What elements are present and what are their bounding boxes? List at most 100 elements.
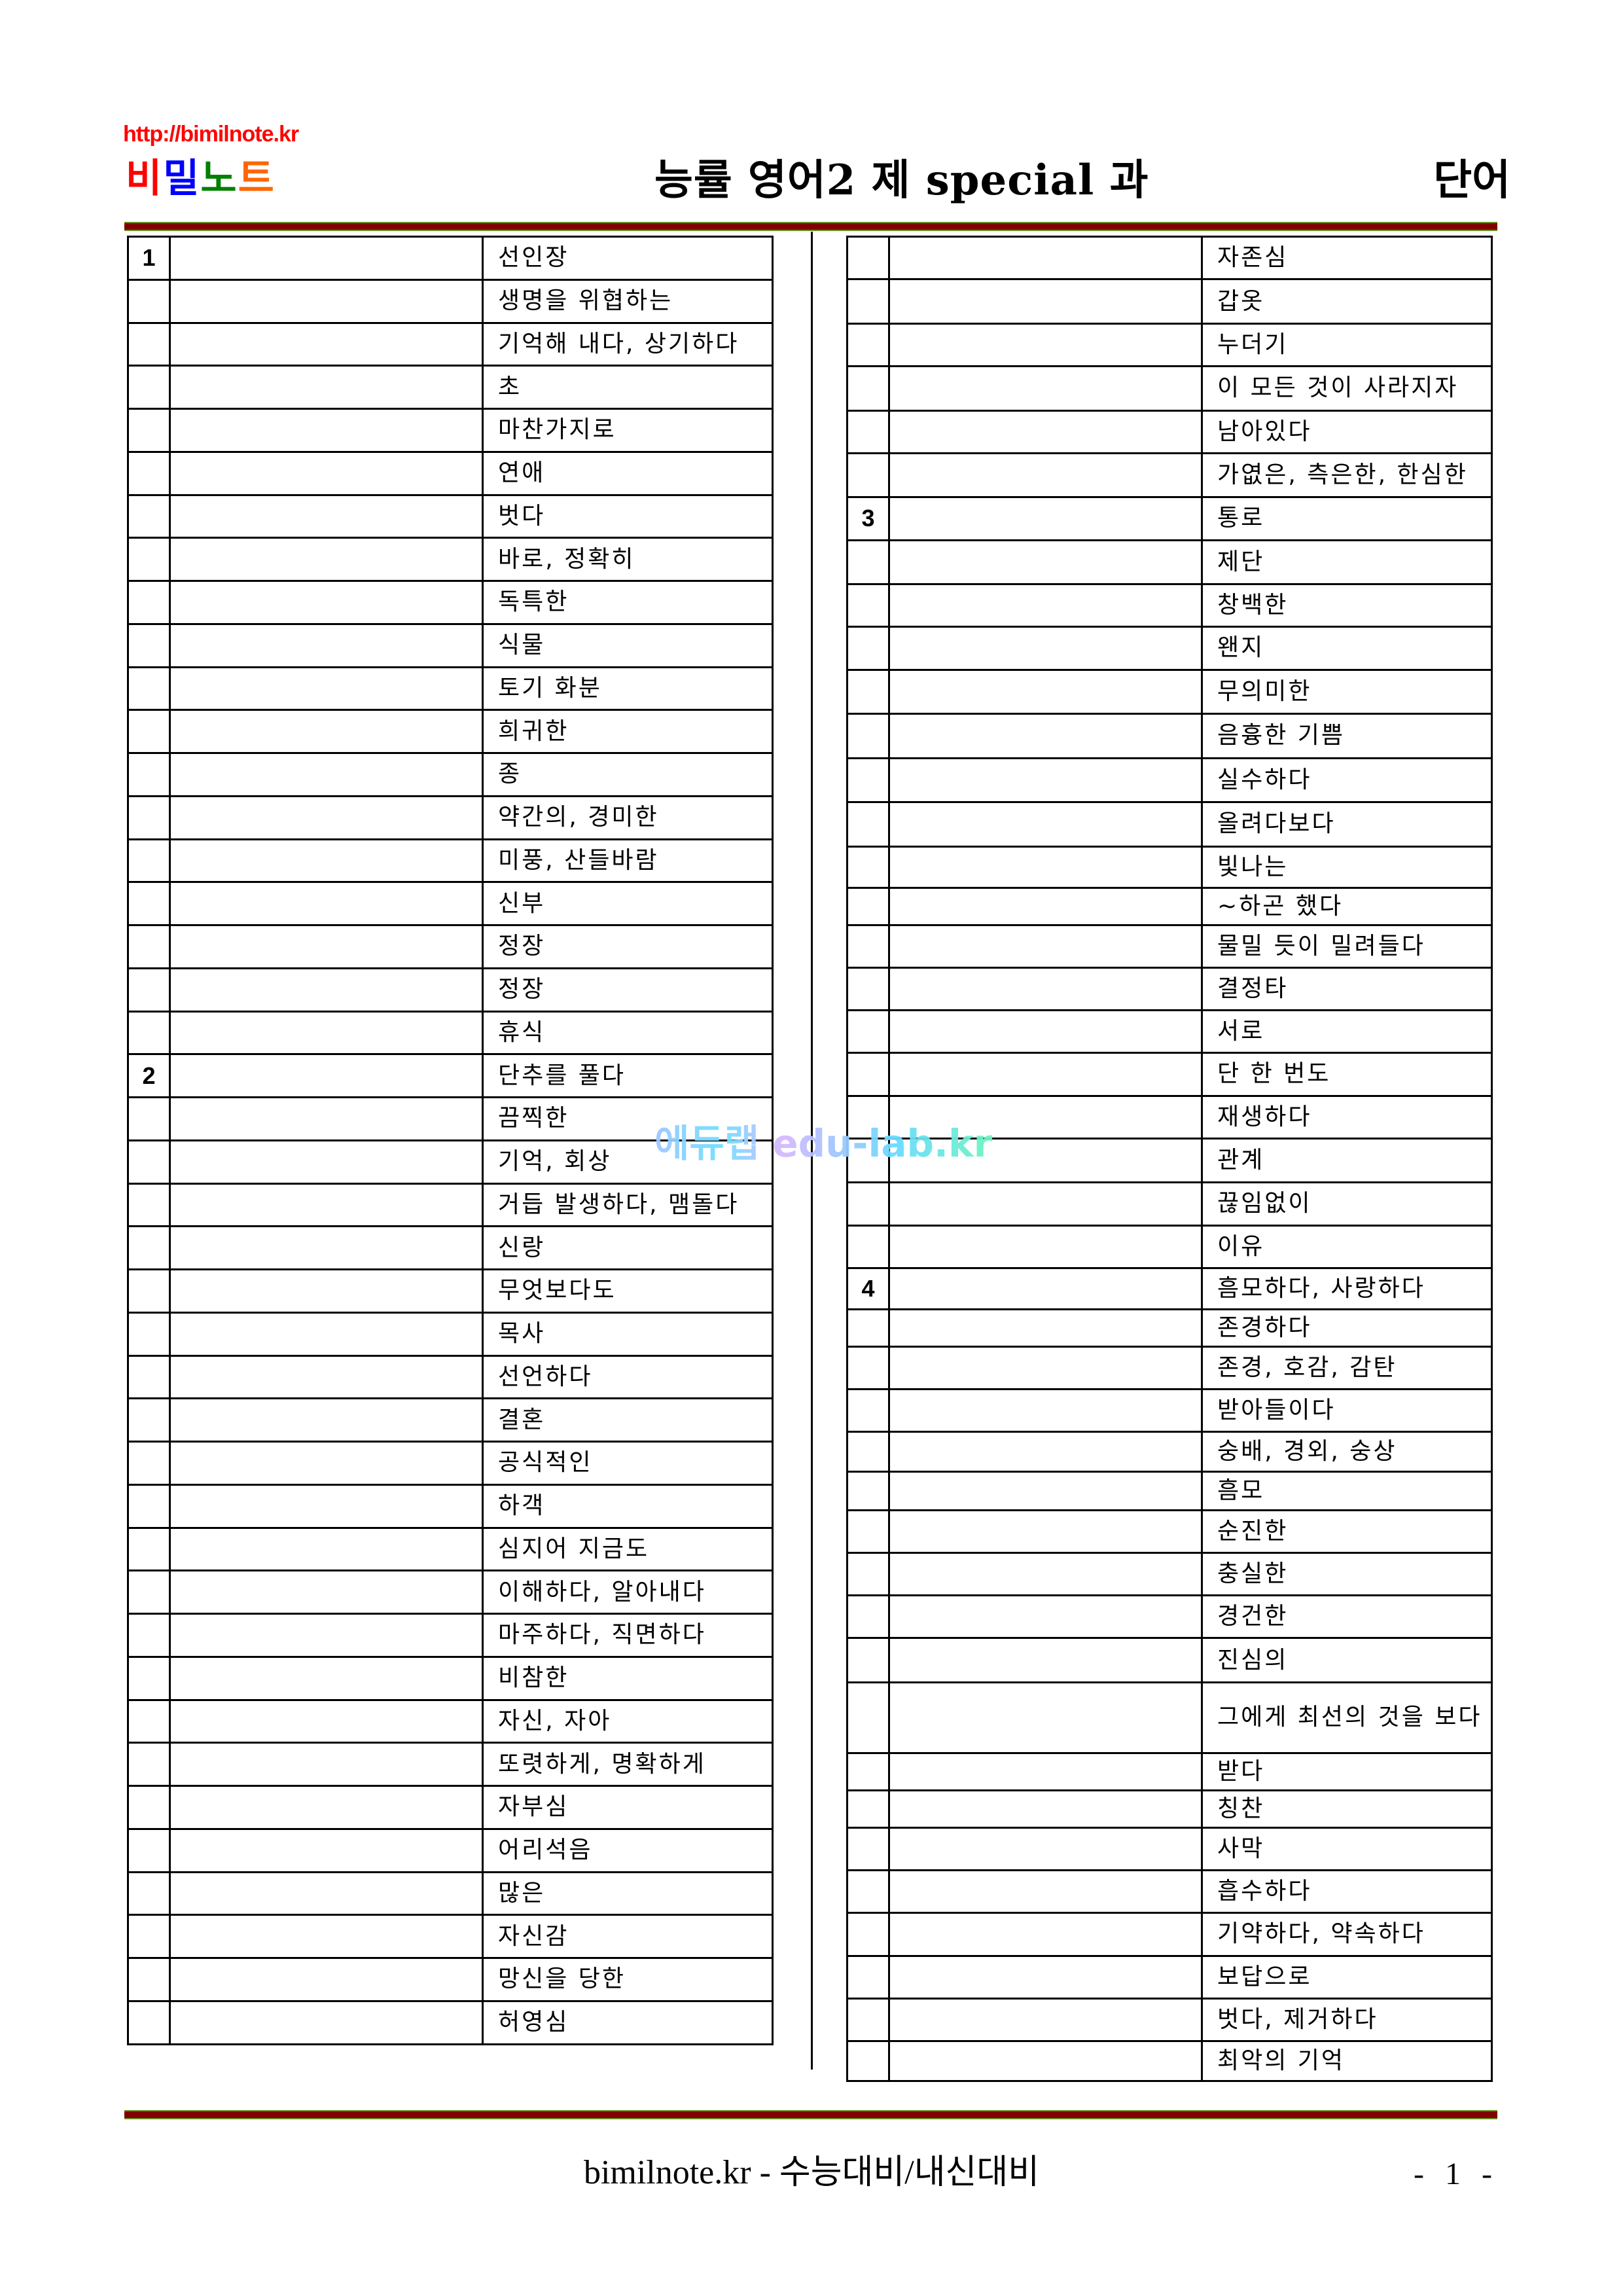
english-word-cell[interactable]	[169, 1441, 484, 1486]
english-word-cell[interactable]	[888, 1869, 1203, 1914]
english-word-cell[interactable]	[888, 1509, 1203, 1554]
english-word-cell[interactable]	[888, 1181, 1203, 1227]
english-word-cell[interactable]	[169, 622, 484, 668]
english-word-cell[interactable]	[888, 2040, 1203, 2082]
english-word-cell[interactable]	[169, 1010, 484, 1056]
english-word-cell[interactable]	[888, 409, 1203, 454]
english-word-cell[interactable]	[888, 1471, 1203, 1511]
section-number	[127, 580, 171, 625]
english-word-cell[interactable]	[169, 493, 484, 539]
english-word-cell[interactable]	[169, 1268, 484, 1314]
section-number	[846, 757, 890, 803]
english-word-cell[interactable]	[169, 1827, 484, 1873]
english-word-cell[interactable]	[888, 1789, 1203, 1829]
vocab-row: 가엾은, 측은한, 한심한	[846, 452, 1493, 499]
english-word-cell[interactable]	[169, 1397, 484, 1443]
english-word-cell[interactable]	[888, 757, 1203, 803]
english-word-cell[interactable]	[888, 713, 1203, 759]
english-word-cell[interactable]	[888, 1826, 1203, 1872]
english-word-cell[interactable]	[888, 886, 1203, 926]
english-word-cell[interactable]	[169, 1871, 484, 1916]
english-word-cell[interactable]	[888, 1052, 1203, 1097]
english-word-cell[interactable]	[169, 709, 484, 754]
english-word-cell[interactable]	[888, 1345, 1203, 1391]
english-word-cell[interactable]	[888, 1681, 1203, 1754]
english-word-cell[interactable]	[169, 1225, 484, 1270]
english-word-cell[interactable]	[888, 1431, 1203, 1473]
section-number	[846, 1912, 890, 1957]
english-word-cell[interactable]	[888, 539, 1203, 585]
english-word-cell[interactable]	[169, 881, 484, 926]
english-word-cell[interactable]	[169, 666, 484, 711]
page-title: 능률 영어2 제 special 과	[654, 156, 1149, 205]
english-word-cell[interactable]	[888, 235, 1203, 281]
english-word-cell[interactable]	[888, 1954, 1203, 2000]
english-word-cell[interactable]	[888, 1997, 1203, 2043]
english-word-cell[interactable]	[169, 1139, 484, 1185]
english-word-cell[interactable]	[169, 924, 484, 969]
english-word-cell[interactable]	[169, 1096, 484, 1141]
vocab-row: 진심의	[846, 1637, 1493, 1683]
english-word-cell[interactable]	[169, 1914, 484, 1959]
english-word-cell[interactable]	[169, 278, 484, 324]
english-word-cell[interactable]	[888, 1266, 1203, 1310]
vocab-row: 사막	[846, 1826, 1493, 1872]
english-word-cell[interactable]	[888, 1637, 1203, 1683]
english-word-cell[interactable]	[169, 450, 484, 496]
vocab-row: 허영심	[127, 2000, 774, 2045]
korean-meaning: 자신감	[482, 1914, 774, 1959]
english-word-cell[interactable]	[169, 408, 484, 453]
english-word-cell[interactable]	[169, 795, 484, 840]
english-word-cell[interactable]	[169, 1354, 484, 1400]
korean-meaning: 독특한	[482, 580, 774, 625]
site-url-link[interactable]: http://bimilnote.kr	[123, 122, 299, 147]
english-word-cell[interactable]	[169, 752, 484, 797]
english-word-cell[interactable]	[169, 1655, 484, 1701]
english-word-cell[interactable]	[888, 365, 1203, 412]
english-word-cell[interactable]	[169, 1311, 484, 1357]
english-word-cell[interactable]	[169, 537, 484, 582]
english-word-cell[interactable]	[169, 1785, 484, 1830]
english-word-cell[interactable]	[169, 2000, 484, 2045]
vocab-row: 정장	[127, 924, 774, 969]
english-word-cell[interactable]	[888, 626, 1203, 671]
english-word-cell[interactable]	[169, 1957, 484, 2002]
english-word-cell[interactable]	[888, 1224, 1203, 1269]
english-word-cell[interactable]	[888, 966, 1203, 1012]
english-word-cell[interactable]	[888, 322, 1203, 368]
english-word-cell[interactable]	[888, 1308, 1203, 1348]
english-word-cell[interactable]	[888, 496, 1203, 541]
korean-meaning: 이유	[1201, 1224, 1493, 1269]
english-word-cell[interactable]	[888, 1912, 1203, 1957]
english-word-cell[interactable]	[169, 1613, 484, 1658]
english-word-cell[interactable]	[888, 583, 1203, 628]
english-word-cell[interactable]	[169, 1742, 484, 1787]
footer-rule	[124, 2110, 1497, 2119]
english-word-cell[interactable]	[888, 452, 1203, 499]
english-word-cell[interactable]	[169, 1698, 484, 1744]
english-word-cell[interactable]	[169, 365, 484, 410]
vocab-row: 칭찬	[846, 1789, 1493, 1829]
english-word-cell[interactable]	[888, 845, 1203, 889]
english-word-cell[interactable]	[169, 838, 484, 884]
vocab-row: 공식적인	[127, 1441, 774, 1486]
english-word-cell[interactable]	[169, 1526, 484, 1572]
english-word-cell[interactable]	[169, 321, 484, 367]
english-word-cell[interactable]	[169, 1483, 484, 1529]
english-word-cell[interactable]	[169, 1182, 484, 1228]
english-word-cell[interactable]	[888, 801, 1203, 848]
english-word-cell[interactable]	[888, 668, 1203, 715]
english-word-cell[interactable]	[888, 278, 1203, 325]
english-word-cell[interactable]	[888, 1009, 1203, 1054]
korean-meaning: 존경하다	[1201, 1308, 1493, 1348]
english-word-cell[interactable]	[169, 1570, 484, 1615]
english-word-cell[interactable]	[888, 1751, 1203, 1791]
english-word-cell[interactable]	[169, 236, 484, 281]
english-word-cell[interactable]	[888, 1594, 1203, 1640]
english-word-cell[interactable]	[169, 580, 484, 625]
english-word-cell[interactable]	[888, 1551, 1203, 1597]
english-word-cell[interactable]	[169, 1053, 484, 1098]
english-word-cell[interactable]	[888, 1388, 1203, 1433]
english-word-cell[interactable]	[169, 967, 484, 1013]
english-word-cell[interactable]	[888, 924, 1203, 969]
